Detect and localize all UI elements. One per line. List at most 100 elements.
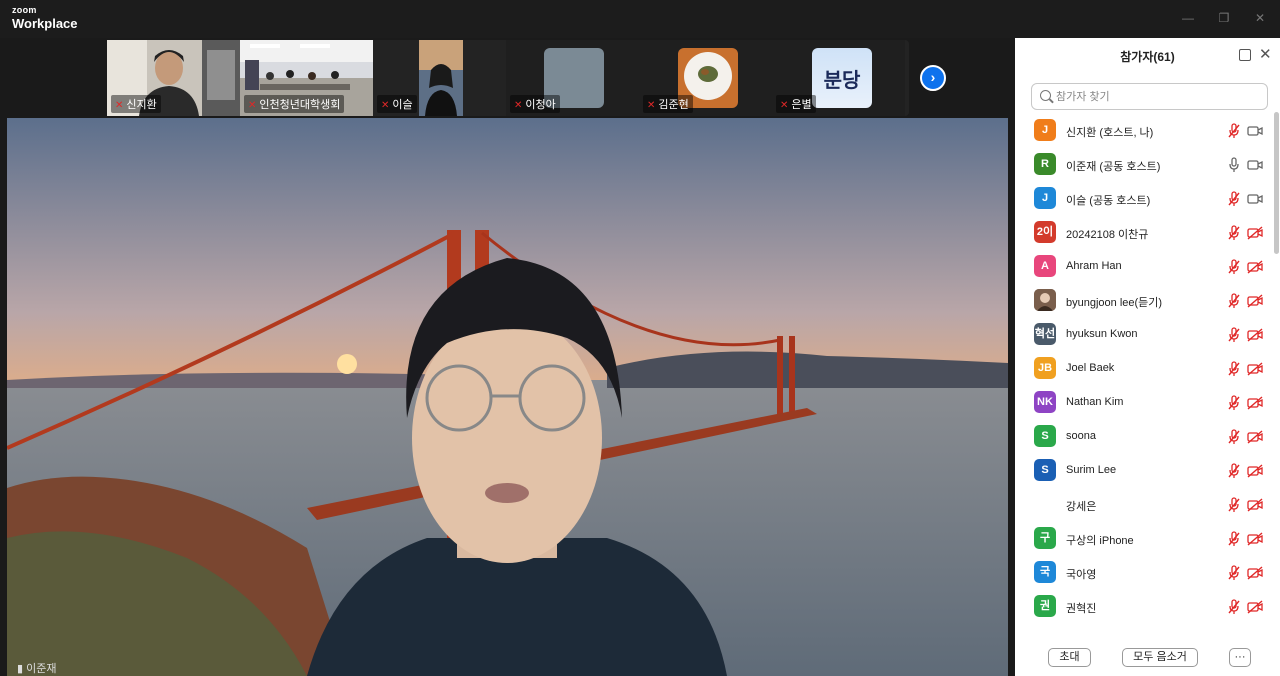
camera-off-icon[interactable]: [1247, 464, 1263, 478]
panel-footer: 초대 모두 음소거 ···: [1015, 636, 1280, 676]
video-tile[interactable]: 분당 ✕ 은별: [772, 40, 905, 116]
title-bar: zoom Workplace — ❐ ✕: [0, 0, 1280, 38]
muted-mic-icon[interactable]: [1227, 565, 1241, 581]
avatar: J: [1034, 187, 1056, 209]
participant-row[interactable]: 2이 20242108 이찬규: [1015, 216, 1273, 250]
camera-off-icon[interactable]: [1247, 532, 1263, 546]
camera-icon[interactable]: [1247, 158, 1263, 172]
camera-off-icon[interactable]: [1247, 328, 1263, 342]
muted-mic-icon[interactable]: [1227, 361, 1241, 377]
camera-icon[interactable]: [1247, 192, 1263, 206]
avatar: JB: [1034, 357, 1056, 379]
avatar: NK: [1034, 391, 1056, 413]
minimize-button[interactable]: —: [1176, 8, 1200, 28]
participant-row[interactable]: R 이준재 (공동 호스트): [1015, 148, 1273, 182]
participant-row[interactable]: 권 권혁진: [1015, 590, 1273, 624]
participant-name: Nathan Kim: [1066, 396, 1124, 408]
avatar: 권: [1034, 595, 1056, 617]
gallery-strip: ✕ 신지환 ✕ 인천청년대학생회 ✕ 이슬 ✕ 이청아 ✕ 김준현 분당 ✕ 은…: [107, 40, 909, 116]
muted-mic-icon: ✕: [647, 100, 656, 111]
muted-mic-icon[interactable]: [1227, 225, 1241, 241]
active-speaker-video: ▮ 이준재: [7, 118, 1008, 676]
camera-off-icon[interactable]: [1247, 294, 1263, 308]
participant-list-scrollbar[interactable]: [1274, 112, 1279, 254]
more-options-button[interactable]: ···: [1229, 648, 1251, 667]
participant-list: J 신지환 (호스트, 나) R 이준재 (공동 호스트) J 이슬 (공동 호스트) 2이…: [1015, 114, 1273, 634]
search-box[interactable]: [1031, 83, 1268, 110]
avatar: [1034, 493, 1056, 515]
avatar: S: [1034, 425, 1056, 447]
close-icon[interactable]: ✕: [1259, 45, 1272, 63]
video-tile[interactable]: ✕ 김준현: [639, 40, 772, 116]
muted-mic-icon[interactable]: [1227, 463, 1241, 479]
brand-small: zoom: [12, 5, 37, 15]
camera-off-icon[interactable]: [1247, 260, 1263, 274]
close-window-button[interactable]: ✕: [1248, 8, 1272, 28]
invite-button[interactable]: 초대: [1048, 648, 1091, 667]
participant-name: 이슬 (공동 호스트): [1066, 195, 1151, 207]
video-tile[interactable]: ✕ 이슬: [373, 40, 506, 116]
participant-row[interactable]: A Ahram Han: [1015, 250, 1273, 284]
participant-row[interactable]: 구 구상의 iPhone: [1015, 522, 1273, 556]
tile-name: ✕ 이슬: [377, 95, 417, 113]
next-page-button[interactable]: ›: [920, 65, 946, 91]
participant-name: hyuksun Kwon: [1066, 328, 1138, 340]
muted-mic-icon[interactable]: [1227, 293, 1241, 309]
participant-name: 이준재 (공동 호스트): [1066, 161, 1161, 173]
muted-mic-icon[interactable]: [1227, 531, 1241, 547]
participant-name: 권혁진: [1066, 603, 1097, 615]
participant-row[interactable]: 혁선 hyuksun Kwon: [1015, 318, 1273, 352]
camera-icon[interactable]: [1247, 124, 1263, 138]
participant-avatar: 분당: [812, 48, 872, 108]
avatar: [1034, 289, 1056, 311]
muted-mic-icon[interactable]: [1227, 259, 1241, 275]
tile-name: ✕ 신지환: [111, 95, 161, 113]
participant-row[interactable]: byungjoon lee(듣기): [1015, 284, 1273, 318]
avatar-text: 분당: [823, 70, 861, 92]
participant-row[interactable]: J 신지환 (호스트, 나): [1015, 114, 1273, 148]
muted-mic-icon[interactable]: [1227, 497, 1241, 513]
restore-button[interactable]: ❐: [1212, 8, 1236, 28]
muted-mic-icon[interactable]: [1227, 191, 1241, 207]
participant-name: 국아영: [1066, 569, 1097, 581]
participant-row[interactable]: J 이슬 (공동 호스트): [1015, 182, 1273, 216]
brand-big: Workplace: [12, 16, 78, 31]
video-tile[interactable]: ✕ 인천청년대학생회: [240, 40, 373, 116]
participant-row[interactable]: NK Nathan Kim: [1015, 386, 1273, 420]
camera-off-icon[interactable]: [1247, 566, 1263, 580]
avatar: S: [1034, 459, 1056, 481]
camera-off-icon[interactable]: [1247, 362, 1263, 376]
video-tile[interactable]: ✕ 이청아: [506, 40, 639, 116]
muted-mic-icon[interactable]: [1227, 599, 1241, 615]
search-input[interactable]: [1056, 88, 1256, 106]
participant-row[interactable]: JB Joel Baek: [1015, 352, 1273, 386]
participant-name: 신지환 (호스트, 나): [1066, 127, 1154, 139]
speaker-name-label: ▮ 이준재: [17, 663, 57, 675]
camera-off-icon[interactable]: [1247, 396, 1263, 410]
video-tile[interactable]: ✕ 신지환: [107, 40, 240, 116]
mic-icon[interactable]: [1227, 157, 1241, 173]
camera-off-icon[interactable]: [1247, 498, 1263, 512]
participant-row[interactable]: S Surim Lee: [1015, 454, 1273, 488]
camera-off-icon[interactable]: [1247, 430, 1263, 444]
tile-name: ✕ 김준현: [643, 95, 693, 113]
muted-mic-icon[interactable]: [1227, 395, 1241, 411]
mute-all-button[interactable]: 모두 음소거: [1122, 648, 1198, 667]
camera-off-icon[interactable]: [1247, 600, 1263, 614]
camera-off-icon[interactable]: [1247, 226, 1263, 240]
participant-row[interactable]: 국 국아영: [1015, 556, 1273, 590]
participant-row[interactable]: 강세은: [1015, 488, 1273, 522]
tile-name: ✕ 은별: [776, 95, 816, 113]
muted-mic-icon[interactable]: [1227, 429, 1241, 445]
participant-name: 20242108 이찬규: [1066, 229, 1149, 241]
participants-panel: 참가자(61) ✕ J신지환 (호스트, 나)R이준재 (공동 호스트)J이슬 …: [1015, 38, 1280, 676]
tile-name: ✕ 인천청년대학생회: [244, 95, 345, 113]
avatar: R: [1034, 153, 1056, 175]
avatar: 2이: [1034, 221, 1056, 243]
muted-mic-icon[interactable]: [1227, 123, 1241, 139]
muted-mic-icon[interactable]: [1227, 327, 1241, 343]
avatar: J: [1034, 119, 1056, 141]
participant-row[interactable]: Ssoona: [1015, 420, 1273, 454]
tile-name: ✕ 이청아: [510, 95, 560, 113]
popout-icon[interactable]: [1239, 49, 1251, 61]
